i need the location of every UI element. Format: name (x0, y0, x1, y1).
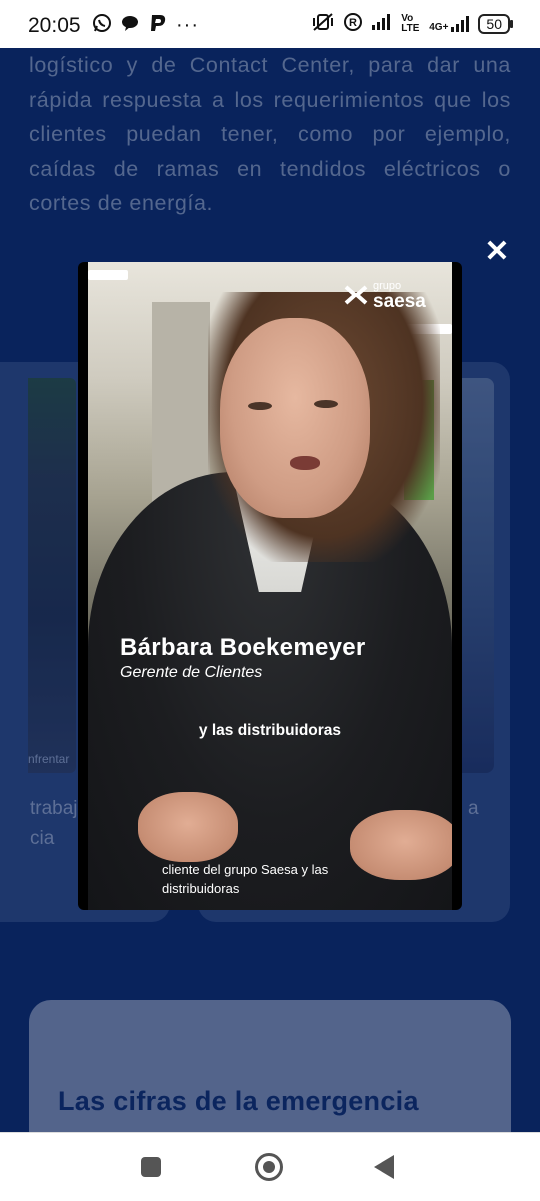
person-role: Gerente de Clientes (120, 664, 263, 681)
home-button[interactable] (255, 1153, 283, 1181)
video-player[interactable]: grupo saesa Bárbara Boekemeyer Gerente d… (78, 262, 462, 910)
registered-icon: R (343, 12, 363, 36)
video-caption-main: y las distribuidoras (198, 722, 342, 739)
volte-icon: Vo LTE (401, 13, 420, 34)
svg-text:R: R (349, 17, 357, 29)
signal-icon (371, 13, 393, 35)
ceiling-light (88, 270, 128, 280)
recents-button[interactable] (141, 1157, 161, 1177)
chat-icon (120, 13, 140, 38)
vibrate-off-icon (311, 12, 335, 36)
4g-signal-icon: 4G+ (429, 15, 470, 33)
whatsapp-icon (92, 13, 112, 38)
eye (314, 400, 338, 408)
saesa-logo: grupo saesa (343, 280, 426, 311)
video-caption-sub: cliente del grupo Saesa y las distribuid… (162, 862, 329, 896)
person-hand (138, 792, 238, 862)
navigation-bar (0, 1132, 540, 1201)
notification-icons: ··· (92, 13, 199, 38)
more-icon: ··· (176, 14, 199, 36)
status-time: 20:05 (28, 14, 81, 37)
p-app-icon (148, 13, 168, 38)
saesa-logo-icon (343, 282, 369, 310)
battery-indicator: 50 (478, 14, 513, 34)
person-name: Bárbara Boekemeyer (120, 634, 366, 661)
mouth (290, 456, 320, 470)
back-button[interactable] (374, 1155, 394, 1179)
status-bar: 20:05 ··· R Vo LTE 4G+ 50 (0, 0, 540, 48)
video-frame (88, 262, 452, 910)
person-face (220, 318, 370, 518)
system-icons: R Vo LTE 4G+ 50 (311, 12, 513, 36)
eye (248, 402, 272, 410)
close-button[interactable]: ✕ (482, 237, 512, 268)
